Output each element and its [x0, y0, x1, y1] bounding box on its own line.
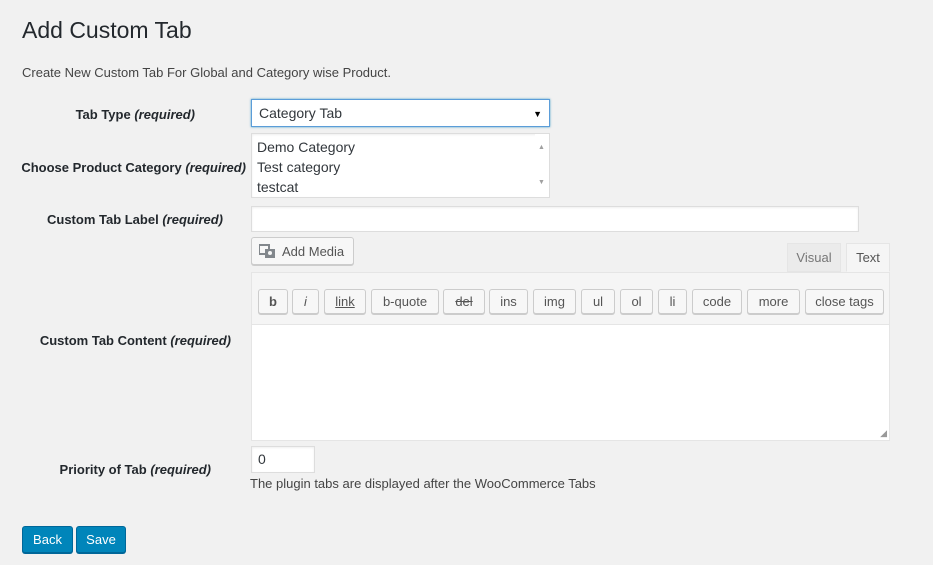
scroll-down-icon[interactable]: ▼: [538, 173, 545, 193]
qt-ul-button[interactable]: ul: [581, 289, 615, 314]
scroll-up-icon[interactable]: ▲: [538, 138, 545, 158]
product-category-listbox[interactable]: Demo Category Test category testcat ▲ ▼: [251, 133, 550, 198]
qt-more-button[interactable]: more: [747, 289, 800, 314]
tab-type-label: Tab Type (required): [75, 107, 195, 122]
tab-type-value: Category Tab: [259, 105, 343, 121]
tab-visual[interactable]: Visual: [787, 243, 841, 272]
tab-content-editor[interactable]: ◢: [251, 325, 890, 441]
qt-italic-button[interactable]: i: [292, 289, 319, 314]
page-title: Add Custom Tab: [22, 17, 192, 43]
tab-content-label: Custom Tab Content (required): [39, 333, 231, 348]
priority-help-text: The plugin tabs are displayed after the …: [250, 476, 596, 491]
product-category-label: Choose Product Category (required): [21, 160, 246, 175]
category-option[interactable]: Demo Category: [257, 137, 549, 157]
qt-del-button[interactable]: del: [443, 289, 485, 314]
qt-img-button[interactable]: img: [533, 289, 576, 314]
qt-ins-button[interactable]: ins: [489, 289, 528, 314]
priority-input[interactable]: 0: [251, 446, 315, 473]
add-media-label: Add Media: [282, 243, 345, 259]
tab-text[interactable]: Text: [846, 243, 890, 272]
page-description: Create New Custom Tab For Global and Cat…: [22, 65, 391, 80]
qt-bold-button[interactable]: b: [258, 289, 288, 314]
quicktags-toolbar: b i link b-quote del ins img ul ol li co…: [251, 272, 890, 325]
tab-label-label: Custom Tab Label (required): [46, 212, 223, 227]
chevron-down-icon: ▼: [533, 109, 542, 119]
media-icon: [259, 243, 275, 258]
qt-bquote-button[interactable]: b-quote: [371, 289, 439, 314]
qt-li-button[interactable]: li: [658, 289, 687, 314]
resize-handle-icon[interactable]: ◢: [880, 428, 887, 439]
category-option[interactable]: testcat: [257, 177, 549, 197]
tab-type-select[interactable]: Category Tab ▼: [251, 99, 550, 127]
add-media-button[interactable]: Add Media: [251, 237, 354, 265]
priority-label: Priority of Tab (required): [59, 462, 211, 477]
tab-label-input[interactable]: [251, 206, 859, 232]
qt-close-tags-button[interactable]: close tags: [805, 289, 884, 314]
qt-ol-button[interactable]: ol: [620, 289, 653, 314]
back-button[interactable]: Back: [22, 526, 73, 553]
qt-link-button[interactable]: link: [324, 289, 366, 314]
qt-code-button[interactable]: code: [692, 289, 742, 314]
save-button[interactable]: Save: [76, 526, 126, 553]
category-option[interactable]: Test category: [257, 157, 549, 177]
listbox-scrollbar[interactable]: ▲ ▼: [535, 134, 549, 197]
